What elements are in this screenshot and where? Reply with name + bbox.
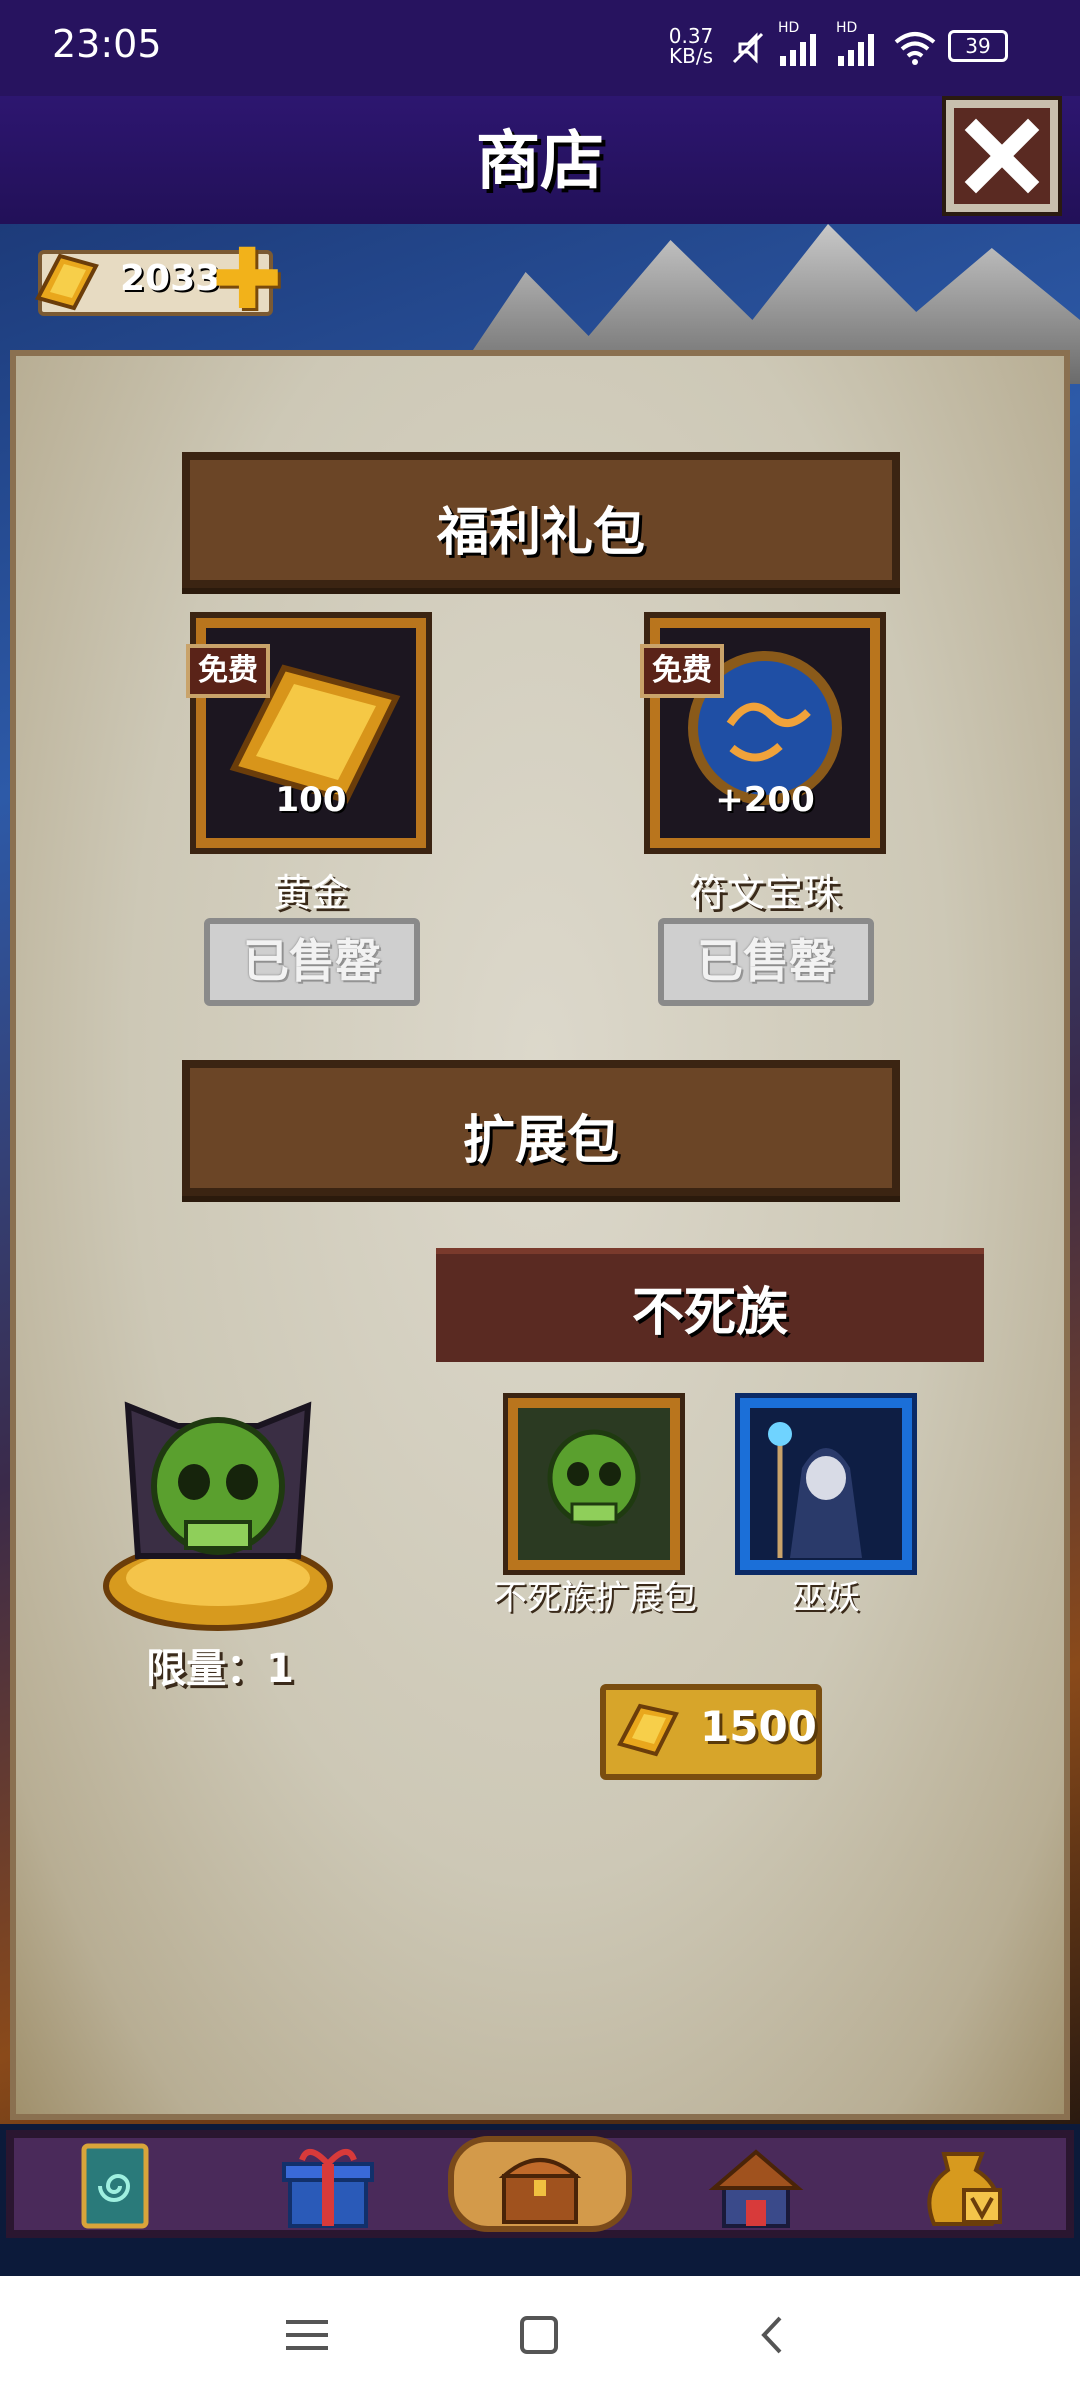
gold-amount: 2033	[120, 258, 221, 299]
close-button[interactable]	[942, 96, 1062, 216]
gold-bar-icon	[617, 1703, 679, 1757]
battery-icon: 39	[948, 30, 1008, 62]
card-deck-icon	[81, 2143, 149, 2229]
shop-panel	[10, 350, 1070, 2120]
status-time: 23:05	[52, 22, 162, 66]
undead-expansion-label: 不死族扩展包	[493, 1578, 697, 1618]
rune-orb-item-amount: +200	[715, 780, 815, 820]
gold-bar-icon	[30, 246, 102, 318]
home-icon	[520, 2316, 558, 2354]
gold-sack-icon	[927, 2152, 1002, 2226]
net-speed: 0.37 KB/s	[666, 26, 716, 66]
back-icon	[761, 2316, 782, 2354]
price-amount: 1500	[700, 1702, 817, 1751]
menu-icon	[286, 2320, 328, 2350]
add-gold-button[interactable]: ✚	[212, 237, 282, 321]
mute-icon	[728, 28, 768, 68]
free-badge: 免费	[186, 644, 270, 698]
limit-label: 限量：1	[146, 1646, 294, 1692]
gold-item-name: 黄金	[272, 871, 349, 915]
skull-icon	[547, 1429, 641, 1527]
rune-orb-item-name: 符文宝珠	[688, 871, 841, 915]
lich-label: 巫妖	[792, 1578, 860, 1618]
nav-vip[interactable]	[904, 2140, 1024, 2230]
page-title: 商店	[476, 125, 604, 199]
undead-pack-art[interactable]	[98, 1386, 338, 1636]
gold-item-amount: 100	[275, 780, 347, 820]
nav-gift[interactable]	[268, 2140, 388, 2230]
sold-out-button[interactable]: 已售罄	[658, 918, 874, 1006]
net-speed-value: 0.37	[668, 24, 714, 48]
back-button[interactable]	[728, 2300, 818, 2370]
net-speed-unit: KB/s	[669, 44, 713, 68]
plus-icon: ✚	[212, 230, 283, 328]
close-icon	[964, 118, 1040, 194]
menu-button[interactable]	[262, 2300, 352, 2370]
sold-out-button[interactable]: 已售罄	[204, 918, 420, 1006]
expansion-title: 扩展包	[462, 1111, 619, 1171]
wifi-icon	[892, 28, 938, 68]
nav-camp[interactable]	[696, 2140, 816, 2230]
signal-icon-2	[836, 28, 882, 68]
skull-pack-icon	[103, 1401, 333, 1631]
undead-expansion-card[interactable]	[503, 1393, 685, 1575]
nav-shop[interactable]	[480, 2140, 600, 2230]
free-badge: 免费	[640, 644, 724, 698]
home-button[interactable]	[494, 2300, 584, 2370]
camp-icon	[708, 2149, 804, 2228]
nav-card-deck[interactable]	[56, 2140, 176, 2230]
welfare-title: 福利礼包	[436, 503, 645, 563]
faction-label: 不死族	[631, 1283, 788, 1343]
treasure-chest-icon	[498, 2158, 582, 2224]
battery-level: 39	[965, 34, 991, 58]
lich-card[interactable]	[735, 1393, 917, 1575]
gift-icon	[282, 2149, 374, 2228]
signal-icon-1	[778, 28, 824, 68]
lich-icon	[768, 1422, 862, 1558]
